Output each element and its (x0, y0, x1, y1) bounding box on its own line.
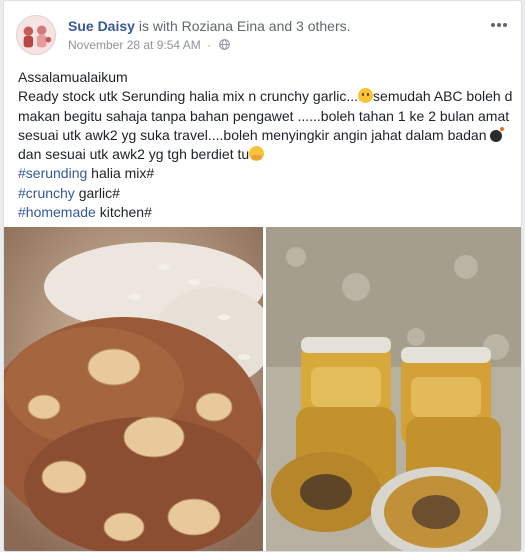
hashtag-link[interactable]: #serunding (18, 165, 87, 181)
time-line: November 28 at 9:54 AM · (68, 38, 469, 52)
hashtag-link[interactable]: #crunchy (18, 185, 75, 201)
globe-icon[interactable] (219, 39, 231, 50)
message-body: Ready stock utk Serunding halia mix n cr… (18, 87, 513, 164)
and-text: and (268, 18, 293, 34)
more-options-icon[interactable] (489, 17, 509, 33)
with-text: is with (138, 18, 178, 34)
tag-text: kitchen# (95, 204, 152, 221)
post-message: Assalamualaikum Ready stock utk Serundin… (18, 68, 513, 222)
post-card: Sue Daisy is with Roziana Eina and 3 oth… (3, 0, 522, 552)
tag-line: #serunding halia mix# (18, 164, 513, 183)
tagged-others-link[interactable]: 3 others. (296, 18, 350, 34)
avatar-image (17, 16, 55, 54)
message-part-1: Ready stock utk Serunding halia mix n cr… (18, 88, 359, 105)
post-header: Sue Daisy is with Roziana Eina and 3 oth… (16, 13, 509, 57)
separator-dot: · (207, 38, 212, 52)
serunding-plate-photo[interactable] (4, 227, 263, 551)
serunding-image (4, 227, 263, 551)
tag-line: #homemade kitchen# (18, 203, 513, 222)
hugging-face-emoji (249, 146, 265, 162)
tag-text: garlic# (74, 184, 120, 201)
tagged-user-link[interactable]: Roziana Eina (182, 18, 265, 34)
tag-line: #crunchy garlic# (18, 184, 513, 203)
bomb-emoji (490, 126, 505, 142)
post-meta: Sue Daisy is with Roziana Eina and 3 oth… (68, 17, 469, 52)
hashtag-link[interactable]: #homemade (18, 204, 96, 220)
greeting-text: Assalamualaikum (18, 69, 128, 85)
tag-text: halia mix# (87, 165, 155, 182)
photo-grid (4, 227, 521, 551)
post-timestamp[interactable]: November 28 at 9:54 AM (68, 38, 201, 52)
message-part-3: dan sesuai utk awk2 yg tgh berdiet tu (18, 146, 250, 163)
author-avatar[interactable] (16, 15, 56, 55)
jars-image (266, 227, 521, 551)
smiling-face-emoji (358, 88, 374, 104)
author-line: Sue Daisy is with Roziana Eina and 3 oth… (68, 17, 469, 35)
jars-photo[interactable] (266, 227, 521, 551)
author-name[interactable]: Sue Daisy (68, 18, 135, 34)
